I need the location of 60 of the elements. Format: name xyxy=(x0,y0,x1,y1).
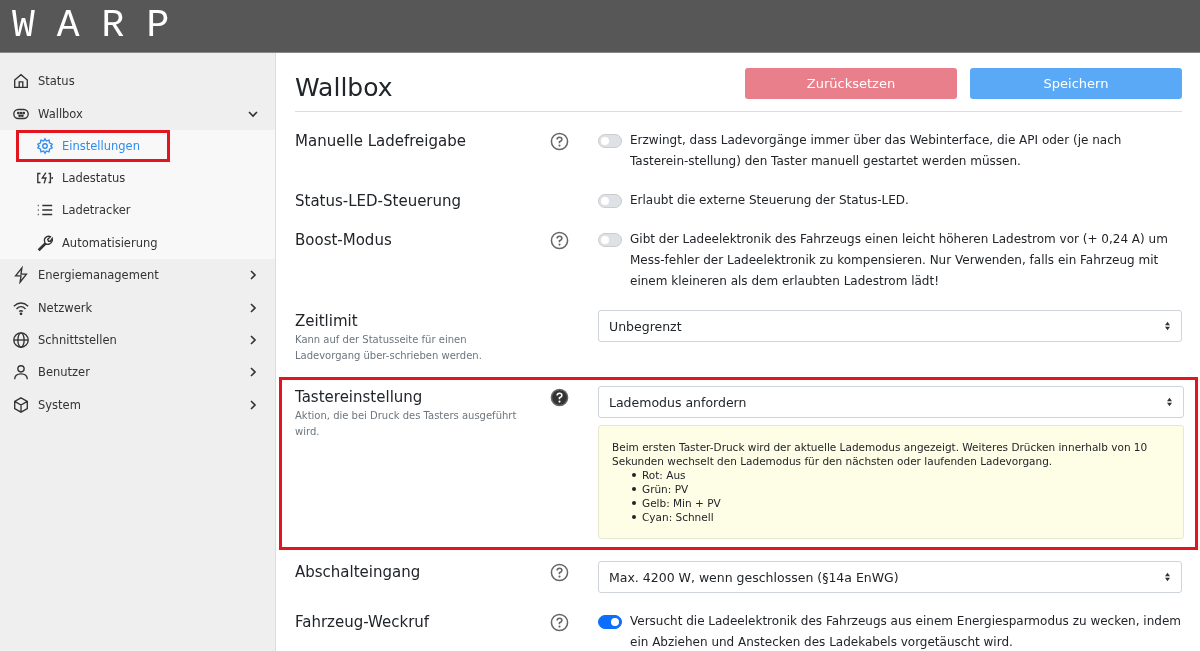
setting-hint: Kann auf der Statusseite für einen Ladevorgang über-schrieben werden. xyxy=(295,333,483,363)
user-icon xyxy=(12,363,30,382)
toggle-switch[interactable] xyxy=(598,134,622,148)
list-item: Cyan: Schnell xyxy=(642,510,714,524)
bullet-icon xyxy=(632,501,636,505)
setting-hint: Aktion, die bei Druck des Tasters ausgeführt wird. xyxy=(295,409,518,439)
select-field[interactable]: Max. 4200 W, wenn geschlossen (§14a EnWG) xyxy=(598,561,1182,593)
setting-description: Erlaubt die externe Steuerung der Status-LED. xyxy=(630,192,909,209)
setting-label: Status-LED-Steuerung xyxy=(295,191,463,210)
toggle-switch[interactable] xyxy=(598,233,622,247)
toggle-switch[interactable] xyxy=(598,615,622,629)
help-icon[interactable] xyxy=(550,132,569,151)
sort-icon xyxy=(1164,321,1171,331)
help-icon[interactable] xyxy=(550,231,569,250)
page-title: Wallbox xyxy=(295,72,393,102)
gear-icon xyxy=(36,136,54,155)
sidebar-item[interactable]: Energiemanagement xyxy=(0,258,275,292)
sidebar-item[interactable]: Benutzer xyxy=(0,356,275,389)
setting-label: Tastereinstellung xyxy=(295,387,424,406)
sidebar-subitem[interactable]: Ladetracker xyxy=(16,194,154,227)
setting-description: Versucht die Ladeelektronik des Fahrzeugs aus einem Energiesparmodus zu wecken, indem ein Abziehen und Anstecken des Ladekabels vorgetäuscht wird. xyxy=(630,613,1182,651)
setting-label: Fahrzeug-Weckruf xyxy=(295,612,431,631)
sidebar-subitem[interactable]: Ladestatus xyxy=(16,161,154,195)
help-icon[interactable] xyxy=(550,563,569,582)
sort-icon xyxy=(1164,572,1171,582)
chevron-icon xyxy=(247,301,259,314)
logo[interactable]: WARP xyxy=(12,6,192,46)
setting-label: Manuelle Ladefreigabe xyxy=(295,131,467,150)
sidebar-item[interactable]: Netzwerk xyxy=(0,291,275,324)
help-icon[interactable] xyxy=(550,613,569,632)
setting-label: Boost-Modus xyxy=(295,230,393,249)
sidebar-item[interactable]: Schnittstellen xyxy=(0,323,275,357)
sort-icon xyxy=(1166,397,1173,407)
list-item: Rot: Aus xyxy=(642,468,686,482)
chevron-icon xyxy=(247,269,259,282)
bolt-icon xyxy=(12,266,30,285)
help-icon[interactable] xyxy=(550,388,569,407)
wrench-icon xyxy=(36,233,54,252)
toggle-switch[interactable] xyxy=(598,194,622,208)
globe-icon xyxy=(12,330,30,349)
home-icon xyxy=(12,72,30,91)
sidebar-item[interactable]: Wallbox xyxy=(0,97,275,130)
sidebar-item[interactable]: System xyxy=(0,388,275,421)
select-field[interactable]: Lademodus anfordern xyxy=(598,386,1184,418)
setting-label: Abschalteingang xyxy=(295,562,422,581)
bullet-icon xyxy=(632,515,636,519)
chevron-icon xyxy=(247,398,259,411)
sidebar-item[interactable]: Status xyxy=(0,65,275,98)
setting-description: Gibt der Ladeelektronik des Fahrzeugs einen leicht höheren Ladestrom vor (+ 0,24 A) um Mess-fehler der Ladeelektronik zu kompensieren. Nur Verwenden, falls ein Fahrzeug mit einem kleineren als dem erlaubten Ladestrom lädt! xyxy=(630,231,1169,290)
list-item: Grün: PV xyxy=(642,482,689,496)
chevron-icon xyxy=(247,333,259,346)
bullet-icon xyxy=(632,473,636,477)
select-field[interactable]: Unbegrenzt xyxy=(598,310,1182,342)
bullet-icon xyxy=(632,487,636,491)
setting-label: Zeitlimit xyxy=(295,311,359,330)
setting-description: Erzwingt, dass Ladevorgänge immer über das Webinterface, die API oder (je nach Tasterein-stellung) den Taster manuell gestartet werden müssen. xyxy=(630,132,1123,170)
list-item: Gelb: Min + PV xyxy=(642,496,721,510)
cube-icon xyxy=(12,395,30,414)
chevron-icon xyxy=(247,366,259,379)
info-text: Beim ersten Taster-Druck wird der aktuelle Lademodus angezeigt. Weiteres Drücken innerhalb von 10 Sekunden wechselt den Lademodus für den nächsten oder laufenden Ladevorgang. xyxy=(612,440,1149,468)
